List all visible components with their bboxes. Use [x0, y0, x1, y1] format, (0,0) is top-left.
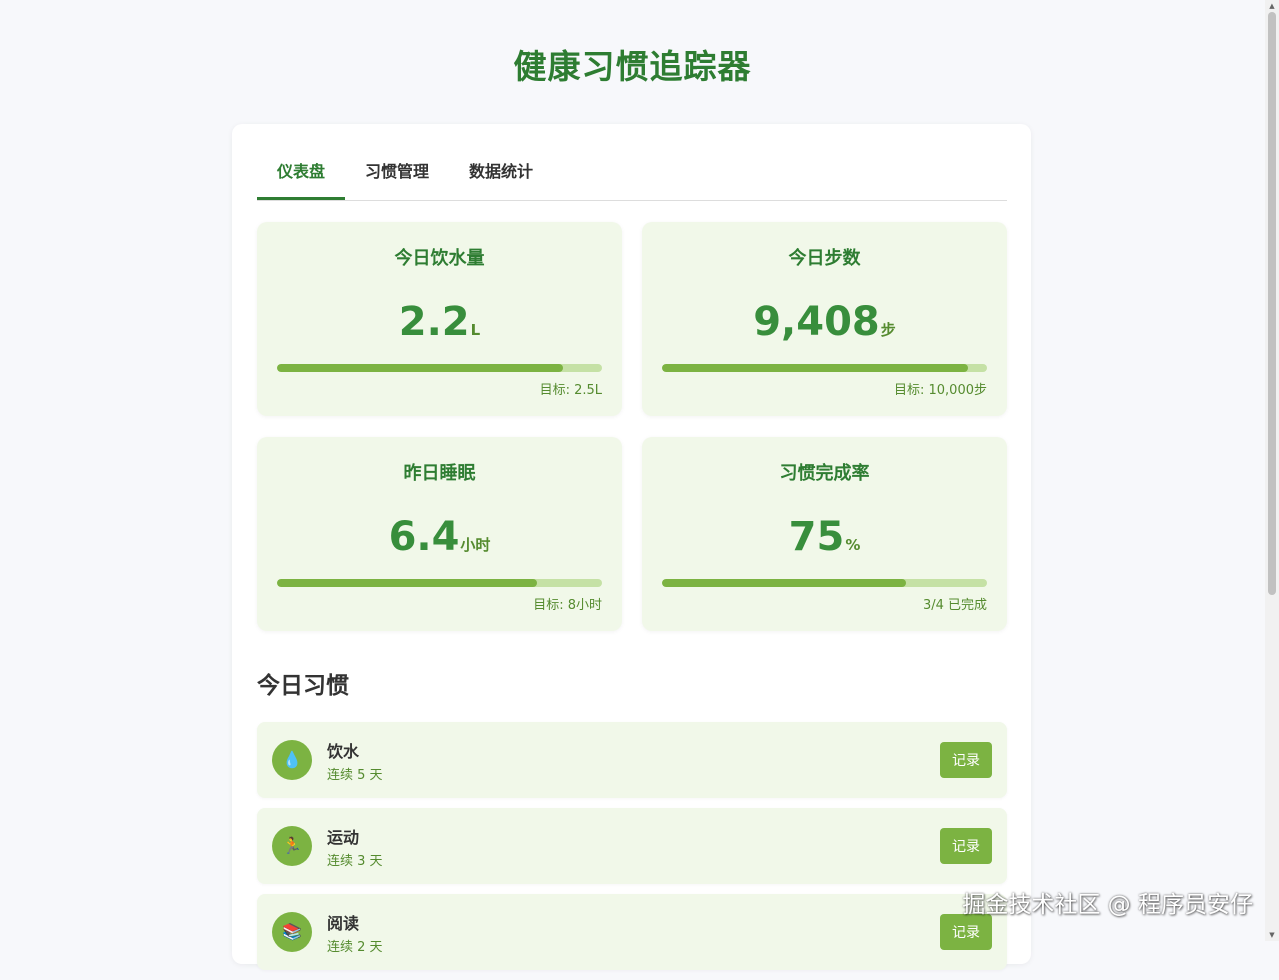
- habit-name: 饮水: [327, 742, 360, 761]
- page-title: 健康习惯追踪器: [513, 47, 752, 86]
- stat-goal: 目标: 10,000步: [894, 383, 987, 398]
- stat-number: 6.4: [388, 514, 460, 560]
- stat-title: 今日步数: [788, 248, 861, 269]
- habit-item-water: 💧 饮水 连续 5 天 记录: [257, 722, 1007, 798]
- tab-statistics[interactable]: 数据统计: [449, 150, 553, 200]
- tab-dashboard[interactable]: 仪表盘: [257, 150, 346, 200]
- stat-goal: 目标: 8小时: [533, 598, 602, 613]
- books-icon: 📚: [272, 912, 312, 952]
- scroll-thumb[interactable]: [1268, 12, 1276, 595]
- record-button[interactable]: 记录: [940, 742, 992, 778]
- stat-value: 2.2L: [257, 298, 622, 354]
- stat-card-water: 今日饮水量 2.2L 目标: 2.5L: [257, 222, 622, 416]
- stat-goal: 3/4 已完成: [922, 598, 987, 613]
- stat-value: 75%: [642, 513, 1007, 569]
- section-title-today-habits: 今日习惯: [257, 673, 349, 699]
- habit-name: 阅读: [327, 914, 360, 933]
- progress-bar: [277, 579, 602, 587]
- stat-unit: 步: [880, 321, 896, 339]
- progress-bar: [662, 579, 987, 587]
- progress-fill: [277, 364, 563, 372]
- stat-card-completion: 习惯完成率 75% 3/4 已完成: [642, 437, 1007, 631]
- stat-number: 2.2: [398, 299, 470, 345]
- scrollbar[interactable]: ▲ ▼: [1265, 0, 1279, 941]
- stat-value: 9,408步: [642, 298, 1007, 354]
- habit-streak: 连续 5 天: [327, 768, 383, 783]
- stat-number: 9,408: [753, 299, 880, 345]
- stat-title: 今日饮水量: [394, 248, 485, 269]
- progress-fill: [662, 579, 906, 587]
- habit-list: 💧 饮水 连续 5 天 记录 🏃 运动 连续 3 天 记录 📚 阅读 连续 2 …: [257, 722, 1007, 980]
- record-button[interactable]: 记录: [940, 828, 992, 864]
- stat-unit: %: [845, 536, 861, 554]
- habit-item-reading: 📚 阅读 连续 2 天 记录: [257, 894, 1007, 970]
- scroll-down-arrow-icon[interactable]: ▼: [1265, 929, 1279, 941]
- main-card: 仪表盘 习惯管理 数据统计 今日饮水量 2.2L 目标: 2.5L 今日步数 9…: [232, 124, 1031, 970]
- stats-grid: 今日饮水量 2.2L 目标: 2.5L 今日步数 9,408步 目标: 10,0…: [257, 222, 1007, 631]
- stat-title: 习惯完成率: [779, 463, 870, 484]
- running-icon: 🏃: [272, 826, 312, 866]
- stat-number: 75: [788, 514, 845, 560]
- progress-bar: [662, 364, 987, 372]
- record-button[interactable]: 记录: [940, 914, 992, 950]
- stat-card-steps: 今日步数 9,408步 目标: 10,000步: [642, 222, 1007, 416]
- habit-item-exercise: 🏃 运动 连续 3 天 记录: [257, 808, 1007, 884]
- stat-unit: 小时: [460, 536, 491, 554]
- habit-name: 运动: [327, 828, 360, 847]
- stat-title: 昨日睡眠: [403, 463, 476, 484]
- stat-unit: L: [470, 321, 481, 339]
- tab-habit-management[interactable]: 习惯管理: [345, 150, 449, 200]
- stat-card-sleep: 昨日睡眠 6.4小时 目标: 8小时: [257, 437, 622, 631]
- stat-goal: 目标: 2.5L: [539, 383, 602, 398]
- watermark: 掘金技术社区 @ 程序员安仔: [962, 892, 1253, 918]
- tab-bar: 仪表盘 习惯管理 数据统计: [257, 150, 1007, 201]
- scroll-up-arrow-icon[interactable]: ▲: [1265, 0, 1279, 12]
- stat-value: 6.4小时: [257, 513, 622, 569]
- progress-bar: [277, 364, 602, 372]
- habit-streak: 连续 2 天: [327, 940, 383, 955]
- water-drop-icon: 💧: [272, 740, 312, 780]
- progress-fill: [277, 579, 537, 587]
- habit-streak: 连续 3 天: [327, 854, 383, 869]
- progress-fill: [662, 364, 968, 372]
